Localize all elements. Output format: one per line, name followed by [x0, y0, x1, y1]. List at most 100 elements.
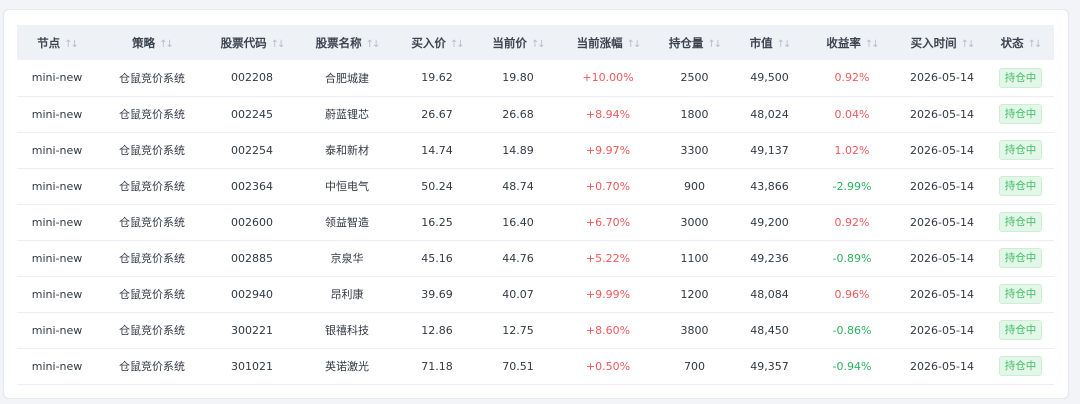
sort-arrows-icon[interactable]: ↑↓: [271, 39, 286, 50]
col-header-node[interactable]: 节点 ↑↓: [17, 25, 97, 60]
table-row[interactable]: mini-new 仓鼠竞价系统 002208 合肥城建 19.62 19.80 +10.00…: [17, 60, 1054, 96]
sort-arrows-icon[interactable]: ↑↓: [531, 39, 546, 50]
cell-status: 持仓中: [987, 348, 1054, 384]
cell-return: 0.04%: [834, 107, 870, 121]
cell-buy-time: 2026-05-14: [910, 71, 974, 85]
cell-return: 0.96%: [834, 287, 870, 301]
sort-arrows-icon[interactable]: ↑↓: [961, 39, 976, 50]
cell-buy-price: 45.16: [421, 251, 453, 265]
cell-change: +0.50%: [585, 359, 631, 373]
col-header-strategy[interactable]: 策略 ↑↓: [97, 25, 207, 60]
table-row[interactable]: mini-new 仓鼠竞价系统 002364 中恒电气 50.24 48.74 +0.70%…: [17, 168, 1054, 204]
cell-status: 持仓中: [987, 168, 1054, 204]
col-header-label: 持仓量: [668, 35, 704, 50]
cell-buy-price: 39.69: [421, 287, 453, 301]
cell-node: mini-new: [31, 215, 83, 229]
cell-status: 持仓中: [987, 312, 1054, 348]
col-header-code[interactable]: 股票代码 ↑↓: [207, 25, 297, 60]
cell-current-price: 12.75: [502, 323, 534, 337]
cell-code: 002245: [231, 107, 273, 121]
col-header-label: 股票名称: [315, 35, 362, 50]
cell-strategy: 仓鼠竞价系统: [119, 144, 185, 157]
cell-status: 持仓中: [987, 276, 1054, 312]
cell-market-value: 49,236: [750, 251, 789, 265]
cell-change: +0.70%: [585, 179, 631, 193]
table-row[interactable]: mini-new 仓鼠竞价系统 002254 泰和新材 14.74 14.89 +9.97%…: [17, 132, 1054, 168]
sort-arrows-icon[interactable]: ↑↓: [777, 39, 792, 50]
sort-arrows-icon[interactable]: ↑↓: [865, 39, 880, 50]
col-header-label: 买入价: [411, 35, 446, 50]
cell-code: 002208: [231, 71, 273, 85]
cell-current-price: 44.76: [502, 251, 534, 265]
cell-node: mini-new: [31, 251, 83, 265]
col-header-label: 当前涨幅: [576, 35, 623, 50]
col-header-buy-time[interactable]: 买入时间 ↑↓: [897, 25, 987, 60]
cell-current-price: 19.80: [502, 71, 534, 85]
cell-change: +9.99%: [585, 287, 631, 301]
cell-strategy: 仓鼠竞价系统: [119, 360, 185, 373]
col-header-name[interactable]: 股票名称 ↑↓: [297, 25, 397, 60]
cell-market-value: 48,024: [750, 107, 789, 121]
cell-name: 蔚蓝锂芯: [325, 108, 369, 121]
cell-buy-price: 50.24: [421, 179, 453, 193]
cell-buy-price: 19.62: [421, 71, 453, 85]
cell-buy-price: 12.86: [421, 323, 453, 337]
table-row[interactable]: mini-new 仓鼠竞价系统 002245 蔚蓝锂芯 26.67 26.68 +8.94%…: [17, 96, 1054, 132]
cell-current-price: 14.89: [502, 143, 534, 157]
cell-quantity: 3800: [680, 323, 709, 337]
col-header-label: 当前价: [492, 35, 527, 50]
col-header-status[interactable]: 状态 ↑↓: [987, 25, 1054, 60]
table-row[interactable]: mini-new 仓鼠竞价系统 300221 银禧科技 12.86 12.75 +8.60%…: [17, 312, 1054, 348]
cell-node: mini-new: [31, 179, 83, 193]
col-header-label: 股票代码: [220, 35, 267, 50]
table-row[interactable]: mini-new 仓鼠竞价系统 002885 京泉华 45.16 44.76 +5.22% 1…: [17, 240, 1054, 276]
sort-arrows-icon[interactable]: ↑↓: [159, 39, 174, 50]
cell-market-value: 48,450: [750, 323, 789, 337]
sort-arrows-icon[interactable]: ↑↓: [627, 39, 642, 50]
cell-buy-time: 2026-05-14: [910, 287, 974, 301]
cell-buy-time: 2026-05-14: [910, 251, 974, 265]
cell-node: mini-new: [31, 107, 83, 121]
table-row[interactable]: mini-new 仓鼠竞价系统 301021 英诺激光 71.18 70.51 +0.50%…: [17, 348, 1054, 384]
cell-market-value: 43,866: [750, 179, 789, 193]
cell-code: 002600: [231, 215, 273, 229]
cell-node: mini-new: [31, 359, 83, 373]
cell-quantity: 900: [684, 179, 705, 193]
col-header-buy-price[interactable]: 买入价 ↑↓: [397, 25, 477, 60]
cell-buy-time: 2026-05-14: [910, 143, 974, 157]
positions-card: 节点 ↑↓ 策略 ↑↓ 股票代码 ↑↓ 股票名称 ↑↓ 买入价 ↑↓ 当前价 ↑↓ 当前涨幅…: [3, 9, 1069, 399]
cell-change: +8.94%: [585, 107, 631, 121]
cell-strategy: 仓鼠竞价系统: [119, 252, 185, 265]
cell-name: 昂利康: [330, 288, 364, 301]
cell-current-price: 70.51: [502, 359, 534, 373]
sort-arrows-icon[interactable]: ↑↓: [1028, 39, 1043, 50]
cell-code: 002364: [231, 179, 273, 193]
status-badge: 持仓中: [998, 140, 1043, 160]
status-badge: 持仓中: [998, 356, 1043, 376]
positions-table: 节点 ↑↓ 策略 ↑↓ 股票代码 ↑↓ 股票名称 ↑↓ 买入价 ↑↓ 当前价 ↑↓ 当前涨幅…: [17, 25, 1054, 385]
col-header-quantity[interactable]: 持仓量 ↑↓: [657, 25, 732, 60]
col-header-label: 状态: [1000, 35, 1024, 50]
cell-change: +6.70%: [585, 215, 631, 229]
sort-arrows-icon[interactable]: ↑↓: [450, 39, 465, 50]
table-row[interactable]: mini-new 仓鼠竞价系统 002600 领益智造 16.25 16.40 +6.70%…: [17, 204, 1054, 240]
cell-name: 银禧科技: [325, 324, 369, 337]
sort-arrows-icon[interactable]: ↑↓: [64, 39, 79, 50]
col-header-change[interactable]: 当前涨幅 ↑↓: [559, 25, 657, 60]
cell-return: -2.99%: [832, 179, 872, 193]
col-header-market-value[interactable]: 市值 ↑↓: [732, 25, 807, 60]
cell-strategy: 仓鼠竞价系统: [119, 71, 185, 85]
col-header-return[interactable]: 收益率 ↑↓: [807, 25, 897, 60]
cell-code: 002940: [231, 287, 273, 301]
cell-buy-time: 2026-05-14: [910, 107, 974, 121]
sort-arrows-icon[interactable]: ↑↓: [366, 39, 381, 50]
sort-arrows-icon[interactable]: ↑↓: [707, 39, 722, 50]
status-badge: 持仓中: [998, 67, 1043, 88]
col-header-current-price[interactable]: 当前价 ↑↓: [477, 25, 559, 60]
cell-market-value: 49,500: [750, 71, 789, 85]
table-row[interactable]: mini-new 仓鼠竞价系统 002940 昂利康 39.69 40.07 +9.99% 1…: [17, 276, 1054, 312]
cell-quantity: 700: [684, 359, 705, 373]
cell-change: +10.00%: [582, 71, 634, 85]
cell-name: 京泉华: [330, 252, 364, 265]
cell-current-price: 48.74: [502, 179, 534, 193]
